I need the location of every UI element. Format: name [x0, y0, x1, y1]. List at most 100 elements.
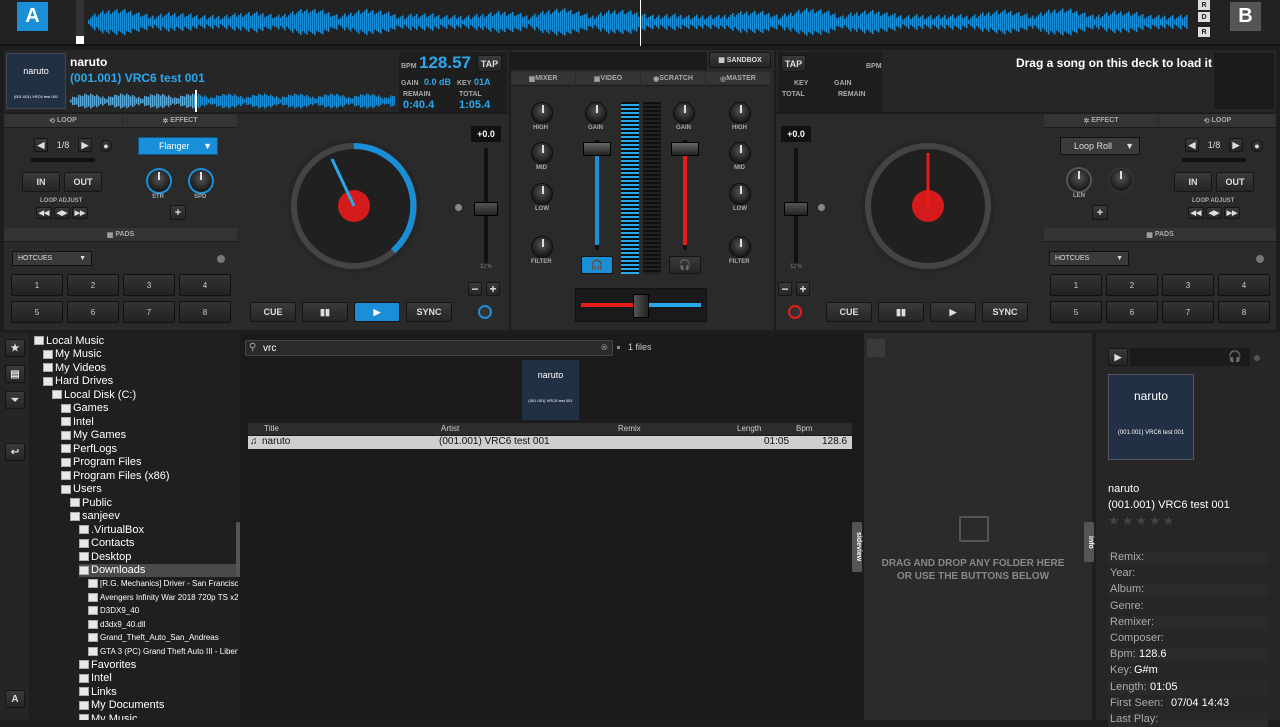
tree-item[interactable]: Favorites	[79, 658, 136, 671]
mixer-filter-a[interactable]	[531, 236, 553, 258]
deck-b-loop-next[interactable]: ▶	[1229, 138, 1243, 152]
deck-a-sync-lock-icon[interactable]	[478, 305, 492, 319]
tree-item[interactable]: Desktop	[79, 550, 131, 563]
overview-waveform[interactable]	[88, 0, 1188, 46]
mixer-high-b[interactable]	[729, 102, 751, 124]
tree-item[interactable]: PerfLogs	[61, 442, 117, 455]
deck-a-cue-button[interactable]: CUE	[250, 302, 296, 322]
tree-item[interactable]: Intel	[79, 672, 112, 685]
tree-item[interactable]: Downloads	[79, 563, 238, 577]
headphone-icon[interactable]: 🎧	[1228, 350, 1242, 363]
search-input[interactable]: vrc	[263, 343, 276, 354]
tree-item[interactable]: Hard Drives	[43, 375, 113, 388]
deck-a-str-knob[interactable]	[146, 168, 172, 194]
mixer-mid-a[interactable]	[531, 142, 553, 164]
deck-a-pads-settings[interactable]	[217, 255, 225, 263]
deck-a-out-button[interactable]: OUT	[64, 172, 102, 192]
tree-item[interactable]: D3DX9_40	[88, 604, 139, 617]
mixer-high-a[interactable]	[531, 102, 553, 124]
deck-a-adjust-both[interactable]: ◀▶	[54, 207, 70, 219]
tree-item[interactable]: Users	[61, 483, 102, 496]
column-header[interactable]: Length	[737, 424, 761, 433]
deck-b-sync-button[interactable]: SYNC	[982, 302, 1028, 322]
tree-item[interactable]: My Music	[43, 348, 101, 361]
deck-a-mini-scroll[interactable]	[76, 0, 84, 36]
deck-a-play-button[interactable]: ▶	[354, 302, 400, 322]
tree-item[interactable]: Grand_Theft_Auto_San_Andreas	[88, 631, 219, 644]
deck-a-pause-button[interactable]: ▮▮	[302, 302, 348, 322]
mixer-low-a[interactable]	[531, 183, 553, 205]
preview-settings[interactable]	[1254, 355, 1260, 361]
tree-item[interactable]: Avengers Infinity War 2018 720p TS x264	[88, 591, 238, 604]
deck-b-platter[interactable]	[861, 139, 995, 273]
top-waveform-bar[interactable]: A R D R B	[0, 0, 1280, 46]
deck-a-pitch-dot[interactable]	[455, 204, 462, 211]
deck-a-pitch-plus[interactable]: +	[486, 282, 500, 296]
deck-a-adjust-left[interactable]: ◀◀	[36, 207, 52, 219]
deck-b-play-button[interactable]: ▶	[930, 302, 976, 322]
tree-item[interactable]: GTA 3 (PC) Grand Theft Auto III - Libert…	[88, 645, 238, 658]
sandbox-button[interactable]: ▦ SANDBOX	[709, 52, 771, 68]
tree-item[interactable]: Links	[79, 685, 117, 698]
pad-button[interactable]: 1	[11, 274, 63, 296]
channel-a-headphone[interactable]: 🎧	[581, 256, 613, 274]
tree-item[interactable]: Intel	[61, 415, 94, 428]
tree-item[interactable]: My Documents	[79, 699, 164, 712]
search-box[interactable]: ⚲ vrc ⊗	[245, 340, 613, 356]
mixer-low-b[interactable]	[729, 183, 751, 205]
deck-b-pitch-plus[interactable]: +	[796, 282, 810, 296]
strip-letter-a[interactable]: A	[5, 690, 25, 708]
tree-item[interactable]: d3dx9_40.dll	[88, 618, 145, 631]
deck-b-adjust-right[interactable]: ▶▶	[1224, 207, 1240, 219]
column-header[interactable]: Remix	[618, 424, 641, 433]
deck-a-loop-next[interactable]: ▶	[78, 138, 92, 152]
deck-a-loop-prev[interactable]: ◀	[34, 138, 48, 152]
deck-b-len-knob[interactable]	[1066, 167, 1092, 193]
top-d-button[interactable]: D	[1198, 12, 1210, 22]
deck-a-in-button[interactable]: IN	[22, 172, 60, 192]
table-row[interactable]: ♫ naruto (001.001) VRC6 test 001 01:05 128.6	[248, 436, 852, 449]
pad-button[interactable]: 8	[1218, 301, 1270, 323]
column-header[interactable]: Title	[264, 424, 279, 433]
deck-b-pitch-minus[interactable]: −	[778, 282, 792, 296]
deck-b-tap-button[interactable]: TAP	[781, 55, 806, 72]
deck-b-pitch-dot[interactable]	[818, 204, 825, 211]
tree-item[interactable]: .VirtualBox	[79, 523, 144, 536]
tree-item[interactable]: Games	[61, 402, 108, 415]
sideview-tab[interactable]: sideview	[852, 522, 862, 572]
mixer-tab-video[interactable]: ▣ VIDEO	[576, 72, 640, 86]
mixer-mid-b[interactable]	[729, 142, 751, 164]
tree-item[interactable]: Public	[70, 496, 112, 509]
top-r2-button[interactable]: R	[1198, 27, 1210, 37]
pad-button[interactable]: 5	[11, 301, 63, 323]
back-icon[interactable]: ↩	[5, 443, 25, 461]
tree-item[interactable]: sanjeev	[70, 510, 120, 523]
playlists-icon[interactable]: ▤	[5, 365, 25, 383]
deck-a-platter[interactable]	[287, 139, 421, 273]
deck-a-track-waveform[interactable]	[70, 90, 395, 112]
pad-button[interactable]: 2	[67, 274, 119, 296]
sideview-toolbar-button[interactable]	[867, 339, 885, 357]
favorites-star-icon[interactable]: ★	[5, 339, 25, 357]
deck-b-effect-select[interactable]: Loop Roll ▼	[1060, 137, 1140, 155]
pad-button[interactable]: 7	[123, 301, 175, 323]
deck-b-hotcues-select[interactable]: HOTCUES ▼	[1049, 251, 1129, 266]
pad-button[interactable]: 6	[67, 301, 119, 323]
deck-a-hotcues-select[interactable]: HOTCUES ▼	[12, 251, 92, 266]
track-thumbnail[interactable]: naruto (001.001) VRC6 test 001	[522, 360, 579, 420]
filter-icon[interactable]: ⏷	[5, 391, 25, 409]
deck-a-loop-settings-icon[interactable]: ●	[100, 140, 112, 152]
pad-button[interactable]: 4	[1218, 274, 1270, 296]
info-tab[interactable]: info	[1084, 522, 1094, 562]
deck-b-out-button[interactable]: OUT	[1216, 172, 1254, 192]
pad-button[interactable]: 8	[179, 301, 231, 323]
pad-button[interactable]: 1	[1050, 274, 1102, 296]
tree-item[interactable]: My Videos	[43, 361, 106, 374]
pad-button[interactable]: 7	[1162, 301, 1214, 323]
deck-a-effect-select[interactable]: Flanger ▼	[138, 137, 218, 155]
deck-a-tap-button[interactable]: TAP	[477, 55, 502, 72]
pad-button[interactable]: 2	[1106, 274, 1158, 296]
deck-a-sync-button[interactable]: SYNC	[406, 302, 452, 322]
tree-item[interactable]: Program Files (x86)	[61, 469, 170, 482]
mixer-tab-mixer[interactable]: ▦ MIXER	[511, 72, 575, 86]
